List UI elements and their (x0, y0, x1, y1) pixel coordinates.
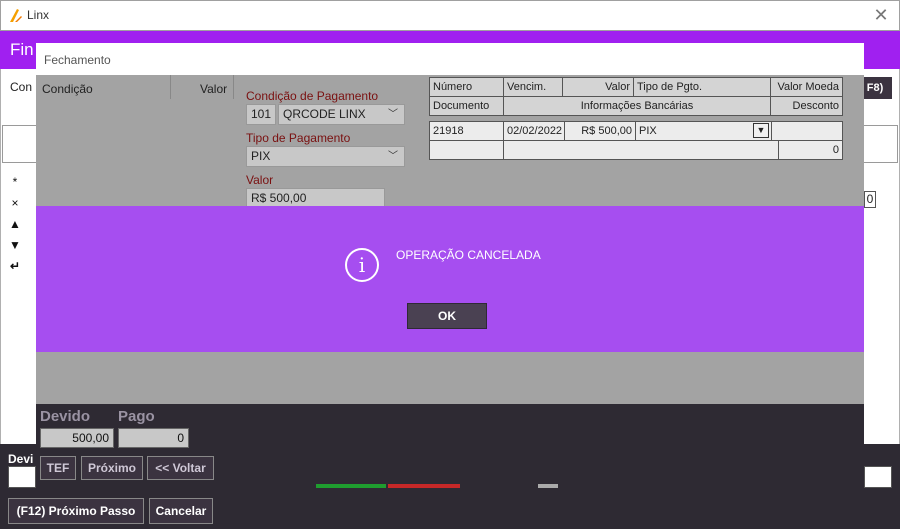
page-title: Fin (10, 40, 34, 59)
next-step-button[interactable]: (F12) Próximo Passo (8, 498, 144, 524)
enter-icon[interactable]: ↵ (8, 256, 22, 277)
grid-header-tipo: Tipo de Pgto. (633, 77, 771, 97)
col-condicao: Condição (42, 82, 93, 96)
grid-header-info-bancarias: Informações Bancárias (503, 96, 771, 116)
column-divider (170, 75, 171, 99)
grid-header-desconto: Desconto (770, 96, 843, 116)
close-icon[interactable]: ✕ (871, 5, 891, 25)
modal-title: Fechamento (44, 53, 111, 67)
grid-header-documento: Documento (429, 96, 504, 116)
dropdown-arrow-icon[interactable]: ▼ (753, 123, 769, 138)
status-grey (538, 484, 558, 488)
window-titlebar (0, 0, 900, 31)
devido-label-bg: Devi (8, 452, 34, 466)
grid-cell-tipo[interactable]: PIX ▼ (635, 121, 772, 141)
condicao-code-field[interactable]: 101 (246, 104, 276, 125)
devido-label: Devido (40, 408, 91, 425)
valor-label: Valor (246, 173, 274, 187)
bottom-field-1[interactable] (8, 466, 36, 488)
tipo-value: PIX (251, 149, 271, 163)
grid-cell-info-bancarias[interactable] (503, 140, 779, 160)
tef-button[interactable]: TEF (40, 456, 76, 480)
grid-cell-tipo-value: PIX (639, 125, 657, 137)
installments-grid: Número Vencim. Valor Tipo de Pgto. Valor… (429, 77, 843, 161)
background-quantity-field[interactable]: 0 (864, 191, 876, 208)
chevron-down-icon: ﹀ (388, 151, 398, 162)
modal-titlebar (36, 43, 864, 75)
condicao-pagamento-label: Condição de Pagamento (246, 89, 379, 103)
condicao-value: QRCODE LINX (283, 107, 366, 121)
pago-value: 0 (118, 428, 189, 448)
grid-cell-valor-moeda[interactable] (771, 121, 843, 141)
linx-logo-icon (10, 9, 22, 22)
window-title: Linx (27, 8, 50, 22)
cancel-button[interactable]: Cancelar (149, 498, 213, 524)
background-table-left (2, 125, 36, 163)
bottom-field-2[interactable] (864, 466, 892, 488)
proximo-button[interactable]: Próximo (81, 456, 143, 480)
ok-button[interactable]: OK (407, 303, 487, 329)
voltar-button[interactable]: << Voltar (147, 456, 214, 480)
grid-header-valor: Valor (562, 77, 634, 97)
row-actions: * × ▲ ▼ ↵ (8, 172, 22, 277)
grid-header-valor-moeda: Valor Moeda (770, 77, 843, 97)
info-icon: i (345, 248, 379, 282)
move-down-icon[interactable]: ▼ (8, 235, 22, 256)
grid-header-numero: Número (429, 77, 504, 97)
grid-cell-vencimento[interactable]: 02/02/2022 (503, 121, 565, 141)
devido-value: 500,00 (40, 428, 114, 448)
status-red (388, 484, 460, 488)
background-table-right (864, 125, 898, 163)
move-up-icon[interactable]: ▲ (8, 214, 22, 235)
pago-label: Pago (118, 408, 155, 425)
tipo-pagamento-label: Tipo de Pagamento (246, 131, 351, 145)
condicao-select[interactable]: QRCODE LINX ﹀ (278, 104, 405, 125)
status-green (316, 484, 386, 488)
delete-icon[interactable]: × (8, 193, 22, 214)
col-valor: Valor (200, 82, 228, 96)
insert-icon[interactable]: * (8, 172, 22, 193)
grid-cell-documento[interactable] (429, 140, 504, 160)
alert-overlay (36, 206, 864, 352)
grid-cell-numero[interactable]: 21918 (429, 121, 504, 141)
tipo-select[interactable]: PIX ﹀ (246, 146, 405, 167)
alert-message: OPERAÇÃO CANCELADA (396, 248, 541, 262)
grid-cell-valor[interactable]: R$ 500,00 (564, 121, 636, 141)
grid-cell-desconto[interactable]: 0 (778, 140, 843, 160)
chevron-down-icon: ﹀ (388, 109, 398, 120)
grid-header-vencim: Vencim. (503, 77, 563, 97)
condition-label: Con (10, 80, 33, 94)
